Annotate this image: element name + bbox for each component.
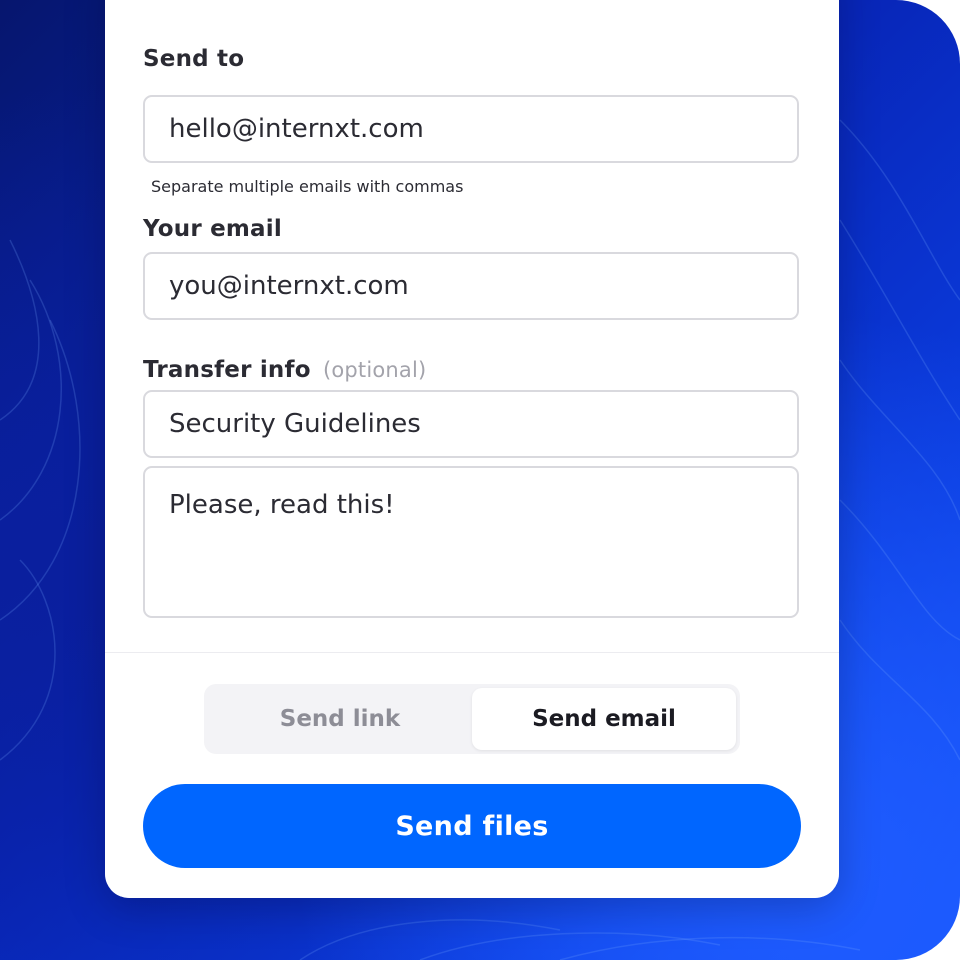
- send-to-value: hello@internxt.com: [169, 114, 424, 144]
- send-form-card: Send to hello@internxt.com Separate mult…: [105, 0, 839, 898]
- send-files-button[interactable]: Send files: [143, 784, 801, 868]
- your-email-input[interactable]: you@internxt.com: [143, 252, 799, 320]
- divider: [105, 652, 839, 653]
- transfer-info-title: Transfer info: [143, 357, 311, 383]
- send-to-label: Send to: [143, 46, 245, 72]
- your-email-value: you@internxt.com: [169, 271, 409, 301]
- transfer-message-value: Please, read this!: [169, 490, 395, 520]
- background: Send to hello@internxt.com Separate mult…: [0, 0, 960, 960]
- transfer-message-textarea[interactable]: Please, read this!: [143, 466, 799, 618]
- send-email-option[interactable]: Send email: [472, 688, 736, 750]
- send-to-hint: Separate multiple emails with commas: [151, 177, 464, 196]
- your-email-label: Your email: [143, 216, 282, 242]
- send-mode-toggle: Send link Send email: [204, 684, 740, 754]
- send-to-input[interactable]: hello@internxt.com: [143, 95, 799, 163]
- transfer-info-label: Transfer info (optional): [143, 357, 426, 383]
- optional-tag: (optional): [322, 358, 427, 382]
- transfer-title-input[interactable]: Security Guidelines: [143, 390, 799, 458]
- send-link-option[interactable]: Send link: [208, 688, 472, 750]
- transfer-title-value: Security Guidelines: [169, 409, 421, 439]
